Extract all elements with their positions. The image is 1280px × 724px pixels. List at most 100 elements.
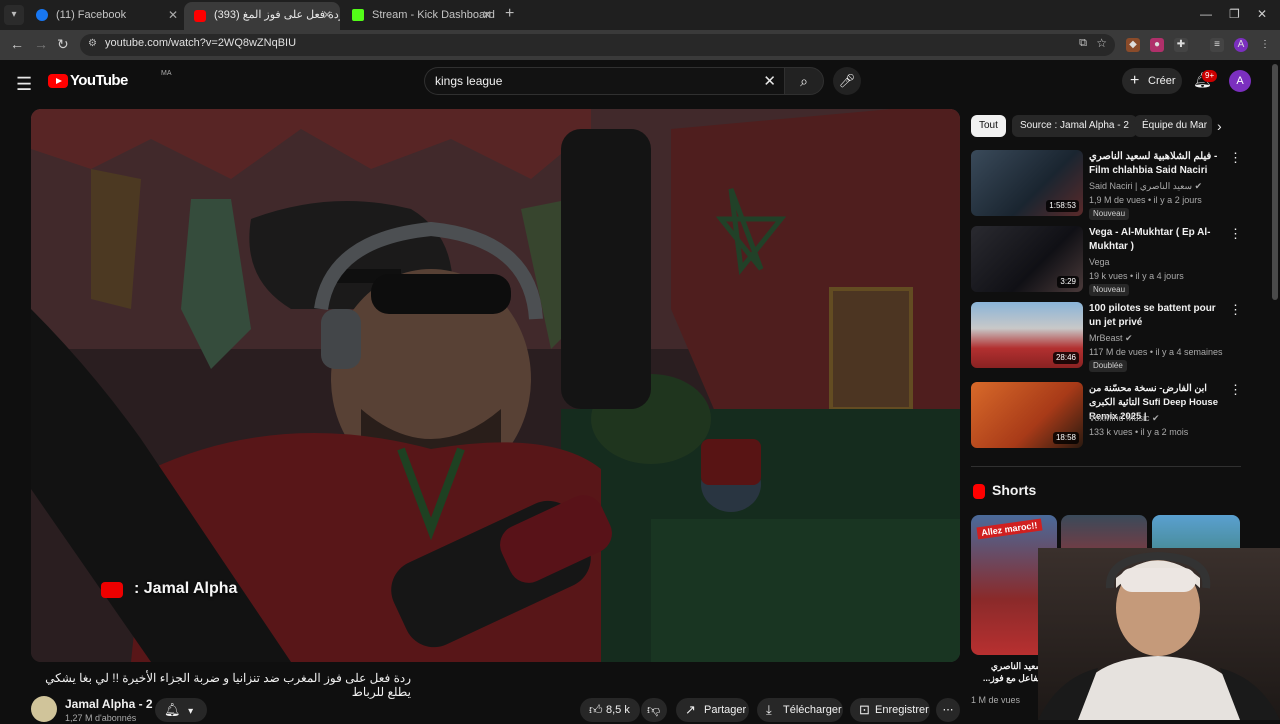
minimize-button[interactable]: — bbox=[1200, 7, 1212, 21]
kebab-menu-icon[interactable]: ⋮ bbox=[1229, 226, 1242, 242]
thumbs-down-icon: 👎︎ bbox=[647, 702, 661, 717]
thumbs-up-icon: 👍︎ bbox=[589, 702, 603, 717]
save-button[interactable]: ⊡ Enregistrer bbox=[850, 698, 930, 722]
video-meta: 1,9 M de vues • il y a 2 jours bbox=[1089, 195, 1202, 205]
reload-icon[interactable]: ↻ bbox=[57, 36, 69, 53]
chip-all[interactable]: Tout bbox=[971, 115, 1006, 137]
recommendation-item[interactable]: 28:46 100 pilotes se battent pour un jet… bbox=[971, 302, 1251, 372]
short-title[interactable]: سعيد الناصري يتفاعل مع فوز... bbox=[971, 660, 1043, 684]
extension-icon[interactable]: ◆ bbox=[1126, 38, 1140, 52]
new-tab-button[interactable]: + bbox=[505, 5, 514, 23]
video-thumbnail[interactable]: 3:29 bbox=[971, 226, 1083, 292]
chip-source[interactable]: Source : Jamal Alpha - 2 bbox=[1012, 115, 1137, 137]
hamburger-menu-icon[interactable]: ☰ bbox=[16, 74, 32, 95]
close-icon[interactable]: ✕ bbox=[322, 2, 332, 28]
account-avatar[interactable]: A bbox=[1229, 70, 1251, 92]
close-window-button[interactable]: ✕ bbox=[1257, 7, 1267, 21]
recommendation-item[interactable]: 1:58:53 فيلم الشلاهبية لسعيد الناصري - F… bbox=[971, 150, 1251, 220]
search-icon: ⌕ bbox=[800, 73, 808, 89]
tab-title: Stream - Kick Dashboard bbox=[372, 9, 495, 21]
share-label: Partager bbox=[704, 704, 747, 716]
back-icon[interactable]: ← bbox=[10, 36, 24, 52]
bookmark-star-icon[interactable]: ☆ bbox=[1096, 36, 1107, 50]
close-icon[interactable]: ✕ bbox=[482, 3, 492, 27]
like-button[interactable]: 👍︎ 8,5 k bbox=[580, 698, 640, 722]
video-title[interactable]: فيلم الشلاهبية لسعيد الناصري - Film chla… bbox=[1089, 150, 1221, 178]
subscriber-count: 1,27 M d'abonnés bbox=[65, 713, 137, 723]
tab-youtube[interactable]: (393) ردة فعل على فوز المغ ✕ bbox=[184, 2, 340, 30]
channel-name[interactable]: Said Naciri | سعيد الناصري ✔ bbox=[1089, 181, 1202, 192]
video-thumbnail[interactable]: 28:46 bbox=[971, 302, 1083, 368]
puzzle-icon[interactable]: ✚ bbox=[1174, 38, 1188, 52]
tab-kick[interactable]: Stream - Kick Dashboard ✕ bbox=[342, 3, 500, 27]
new-badge: Nouveau bbox=[1089, 208, 1130, 220]
url-field[interactable]: ⚙ youtube.com/watch?v=2WQ8wZNqBIU ⧉ ☆ bbox=[80, 34, 1115, 56]
kebab-menu-icon[interactable]: ⋮ bbox=[1229, 382, 1242, 398]
channel-name[interactable]: Vega bbox=[1089, 257, 1110, 267]
tab-search-button[interactable]: ▾ bbox=[4, 5, 24, 25]
search-input[interactable]: kings league ✕ bbox=[424, 67, 784, 95]
install-icon[interactable]: ⧉ bbox=[1079, 37, 1087, 50]
country-code: MA bbox=[161, 70, 172, 77]
recommendation-item[interactable]: 18:58 ابن الفارض- نسخة محسّنة من التائية… bbox=[971, 382, 1251, 450]
video-duration: 18:58 bbox=[1052, 432, 1079, 444]
video-player[interactable]: : Jamal Alpha bbox=[31, 109, 960, 662]
youtube-icon bbox=[194, 10, 206, 22]
dislike-button[interactable]: 👎︎ bbox=[641, 698, 667, 722]
short-overlay-text: Allez maroc!! bbox=[976, 518, 1043, 540]
webcam-person bbox=[1038, 551, 1280, 720]
bell-icon: 🔔︎ bbox=[164, 702, 181, 717]
create-button[interactable]: + Créer bbox=[1122, 68, 1182, 94]
youtube-play-icon bbox=[48, 74, 68, 88]
kebab-menu-icon[interactable]: ⋮ bbox=[1258, 38, 1272, 52]
forward-icon[interactable]: → bbox=[34, 36, 48, 52]
chevron-right-icon[interactable]: › bbox=[1217, 118, 1222, 134]
search-button[interactable]: ⌕ bbox=[784, 67, 824, 95]
save-label: Enregistrer bbox=[875, 704, 929, 716]
chevron-down-icon: ▾ bbox=[188, 706, 194, 717]
video-thumbnail[interactable]: 1:58:53 bbox=[971, 150, 1083, 216]
search-value: kings league bbox=[435, 74, 503, 88]
reading-list-icon[interactable]: ≡ bbox=[1210, 38, 1224, 52]
share-icon: ↗ bbox=[685, 702, 696, 717]
clear-search-icon[interactable]: ✕ bbox=[763, 72, 776, 90]
channel-label: MrBeast bbox=[1089, 333, 1123, 343]
kebab-menu-icon[interactable]: ⋮ bbox=[1229, 302, 1242, 318]
shorts-heading: Shorts bbox=[992, 482, 1037, 498]
more-actions-button[interactable]: ⋯ bbox=[936, 698, 960, 722]
share-button[interactable]: ↗ Partager bbox=[676, 698, 749, 722]
like-count: 8,5 k bbox=[606, 704, 630, 716]
kick-icon bbox=[352, 9, 364, 21]
video-title: ردة فعل على فوز المغرب ضد تنزانيا و ضربة… bbox=[45, 671, 411, 699]
bookmark-icon: ⊡ bbox=[859, 702, 870, 717]
video-meta: 133 k vues • il y a 2 mois bbox=[1089, 427, 1189, 437]
channel-avatar[interactable] bbox=[31, 696, 57, 722]
video-duration: 3:29 bbox=[1057, 276, 1079, 288]
profile-avatar[interactable]: A bbox=[1234, 38, 1248, 52]
channel-name[interactable]: VoxMind Music ✔ bbox=[1089, 413, 1160, 424]
video-title[interactable]: Vega - Al-Mukhtar ( Ep Al-Mukhtar ) bbox=[1089, 226, 1221, 254]
video-duration: 1:58:53 bbox=[1046, 200, 1079, 212]
chip-team[interactable]: Équipe du Mar bbox=[1134, 115, 1212, 137]
recommendation-item[interactable]: 3:29 Vega - Al-Mukhtar ( Ep Al-Mukhtar )… bbox=[971, 226, 1251, 296]
download-label: Télécharger bbox=[783, 704, 842, 716]
short-views: 1 M de vues bbox=[971, 695, 1021, 705]
verified-icon: ✔ bbox=[1125, 333, 1133, 343]
dubbed-badge: Doublée bbox=[1089, 360, 1127, 372]
scrollbar[interactable] bbox=[1272, 64, 1278, 300]
download-icon: ⤓ bbox=[766, 702, 772, 717]
site-info-icon[interactable]: ⚙ bbox=[88, 38, 97, 49]
channel-name[interactable]: MrBeast ✔ bbox=[1089, 333, 1133, 344]
close-icon[interactable]: ✕ bbox=[168, 3, 178, 27]
voice-search-button[interactable]: 🎤︎ bbox=[833, 67, 861, 95]
notification-bell-button[interactable]: 🔔︎ ▾ bbox=[155, 698, 207, 722]
extension-icon[interactable]: ● bbox=[1150, 38, 1164, 52]
video-title[interactable]: 100 pilotes se battent pour un jet privé bbox=[1089, 302, 1221, 330]
video-meta: 117 M de vues • il y a 4 semaines bbox=[1089, 347, 1223, 357]
kebab-menu-icon[interactable]: ⋮ bbox=[1229, 150, 1242, 166]
maximize-button[interactable]: ❐ bbox=[1229, 7, 1240, 21]
channel-name[interactable]: Jamal Alpha - 2 bbox=[65, 697, 153, 711]
video-thumbnail[interactable]: 18:58 bbox=[971, 382, 1083, 448]
download-button[interactable]: ⤓ Télécharger bbox=[757, 698, 843, 722]
tab-facebook[interactable]: (11) Facebook ✕ bbox=[26, 3, 186, 27]
